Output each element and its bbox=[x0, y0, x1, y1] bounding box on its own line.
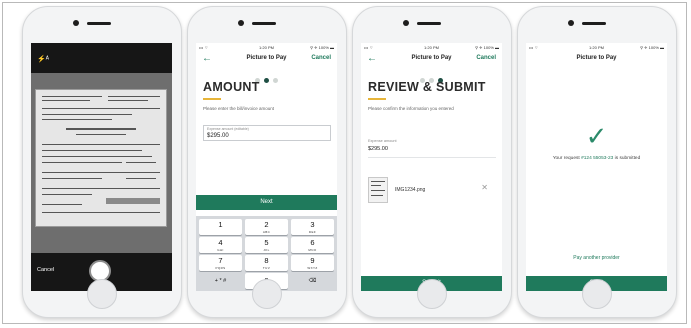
key-4[interactable]: 4 GHI bbox=[199, 237, 242, 253]
status-bar: ••• ⌔ 1:20 PM ⚲ ✈ 100% ▬ bbox=[361, 43, 502, 51]
nav-title: Picture to Pay bbox=[576, 55, 617, 61]
key-7[interactable]: 7 PQRS bbox=[199, 255, 242, 271]
home-button bbox=[87, 279, 117, 309]
nav-cancel-button[interactable]: Cancel bbox=[476, 55, 496, 61]
speaker-grille bbox=[87, 22, 111, 25]
front-camera bbox=[238, 20, 244, 26]
page-subtitle: Please confirm the information you enter… bbox=[368, 106, 454, 111]
remove-attachment-icon[interactable]: ✕ bbox=[481, 183, 488, 192]
message-suffix: is submitted bbox=[613, 156, 641, 161]
nav-bar: ← Picture to Pay Cancel bbox=[361, 51, 502, 67]
checkmark-icon: ✓ bbox=[585, 121, 608, 151]
key-9[interactable]: 9 WXYZ bbox=[291, 255, 334, 271]
home-button bbox=[252, 279, 282, 309]
backspace-icon[interactable]: ⌫ bbox=[291, 273, 334, 289]
amount-screen: ••• ⌔ 1:20 PM ⚲ ✈ 100% ▬ ← Picture to Pa… bbox=[196, 43, 337, 291]
request-id: #124 55053-23 bbox=[581, 156, 614, 161]
front-camera bbox=[568, 20, 574, 26]
amount-field[interactable]: Expense amount (editable) $295.00 bbox=[203, 125, 331, 141]
battery-indicator: ⚲ ✈ 100% ▬ bbox=[475, 45, 499, 50]
camera-top-bar: ⚡ᴬ bbox=[31, 43, 172, 73]
flash-icon[interactable]: ⚡ᴬ bbox=[37, 55, 49, 63]
key-5[interactable]: 5 JKL bbox=[245, 237, 288, 253]
bill-thumbnail[interactable] bbox=[368, 177, 388, 203]
camera-viewfinder bbox=[31, 73, 172, 253]
phone-amount: ••• ⌔ 1:20 PM ⚲ ✈ 100% ▬ ← Picture to Pa… bbox=[187, 6, 347, 318]
camera-screen: ⚡ᴬ Cancel bbox=[31, 43, 172, 291]
front-camera bbox=[73, 20, 79, 26]
speaker-grille bbox=[582, 22, 606, 25]
home-button bbox=[582, 279, 612, 309]
nav-bar: Picture to Pay bbox=[526, 51, 667, 67]
page-title: REVIEW & SUBMIT bbox=[368, 80, 486, 94]
camera-cancel-button[interactable]: Cancel bbox=[37, 267, 54, 273]
review-screen: ••• ⌔ 1:20 PM ⚲ ✈ 100% ▬ ← Picture to Pa… bbox=[361, 43, 502, 291]
divider bbox=[368, 157, 496, 158]
confirmation-message: Your request #124 55053-23 is submitted bbox=[528, 156, 665, 161]
bill-document-image bbox=[35, 89, 167, 227]
expense-value: $295.00 bbox=[368, 146, 388, 152]
title-underline bbox=[368, 98, 386, 100]
pay-another-provider-link[interactable]: Pay another provider bbox=[526, 255, 667, 261]
battery-indicator: ⚲ ✈ 100% ▬ bbox=[310, 45, 334, 50]
speaker-grille bbox=[252, 22, 276, 25]
status-bar: ••• ⌔ 1:20 PM ⚲ ✈ 100% ▬ bbox=[526, 43, 667, 51]
page-subtitle: Please enter the bill/invoice amount bbox=[203, 106, 275, 111]
phone-review: ••• ⌔ 1:20 PM ⚲ ✈ 100% ▬ ← Picture to Pa… bbox=[352, 6, 512, 318]
expense-label: Expense amount bbox=[368, 139, 397, 143]
confirmation-screen: ••• ⌔ 1:20 PM ⚲ ✈ 100% ▬ Picture to Pay … bbox=[526, 43, 667, 291]
title-underline bbox=[203, 98, 221, 100]
page-title: AMOUNT bbox=[203, 80, 260, 94]
key-symbols[interactable]: + * # bbox=[199, 273, 242, 289]
home-button bbox=[417, 279, 447, 309]
nav-cancel-button[interactable]: Cancel bbox=[311, 55, 331, 61]
battery-indicator: ⚲ ✈ 100% ▬ bbox=[640, 45, 664, 50]
step-dot bbox=[273, 78, 278, 83]
speaker-grille bbox=[417, 22, 441, 25]
amount-field-value[interactable]: $295.00 bbox=[207, 133, 229, 139]
phone-camera: ⚡ᴬ Cancel bbox=[22, 6, 182, 318]
key-6[interactable]: 6 MNO bbox=[291, 237, 334, 253]
nav-bar: ← Picture to Pay Cancel bbox=[196, 51, 337, 67]
attachment-filename: IMG1234.png bbox=[395, 187, 426, 193]
step-dot-active bbox=[264, 78, 269, 83]
message-prefix: Your request bbox=[552, 156, 582, 161]
next-button[interactable]: Next bbox=[196, 195, 337, 210]
status-bar: ••• ⌔ 1:20 PM ⚲ ✈ 100% ▬ bbox=[196, 43, 337, 51]
front-camera bbox=[403, 20, 409, 26]
key-3[interactable]: 3 DEF bbox=[291, 219, 334, 235]
phone-confirmation: ••• ⌔ 1:20 PM ⚲ ✈ 100% ▬ Picture to Pay … bbox=[517, 6, 677, 318]
amount-field-label: Expense amount (editable) bbox=[207, 127, 249, 131]
key-1[interactable]: 1 bbox=[199, 219, 242, 235]
key-8[interactable]: 8 TUV bbox=[245, 255, 288, 271]
key-2[interactable]: 2 ABC bbox=[245, 219, 288, 235]
